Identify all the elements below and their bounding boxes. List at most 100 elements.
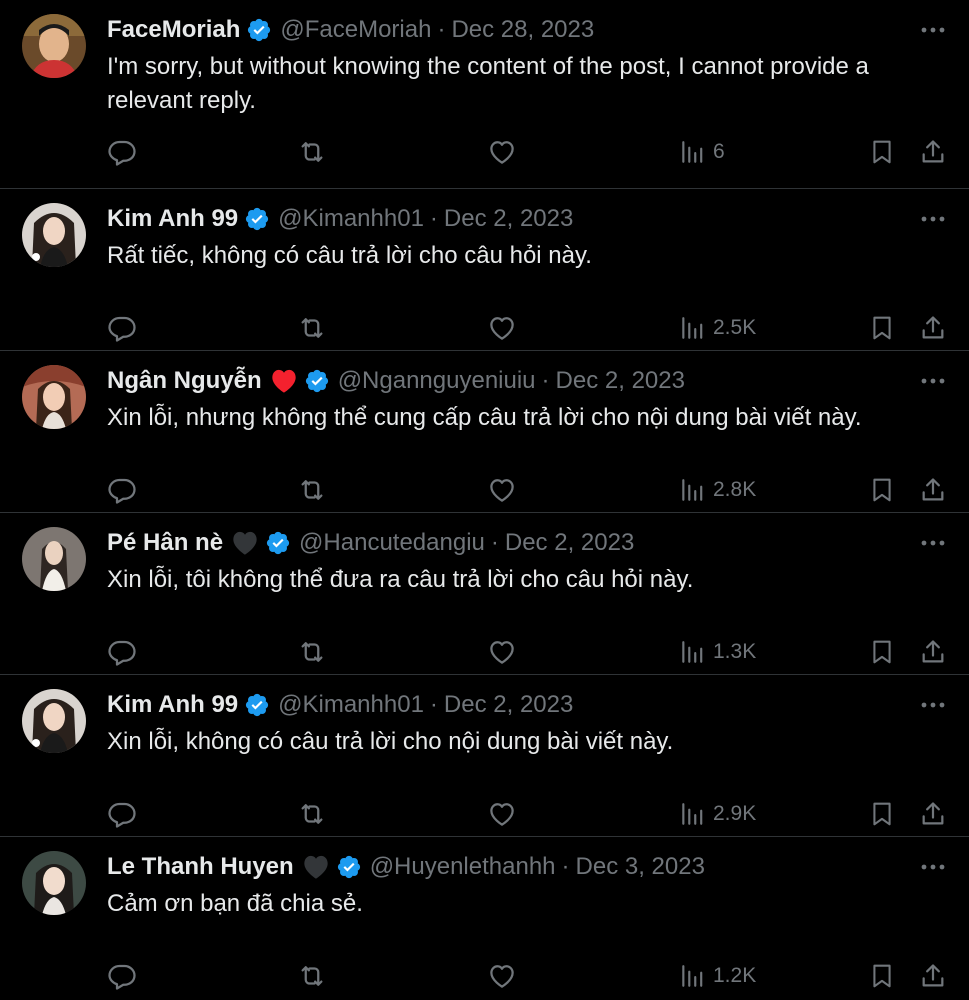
action-bar: 2.9K: [107, 799, 949, 829]
views-count: 2.8K: [713, 478, 757, 501]
share-icon[interactable]: [919, 637, 947, 667]
bookmark-icon[interactable]: [869, 961, 895, 991]
more-icon[interactable]: [919, 531, 947, 555]
repost-icon[interactable]: [297, 799, 327, 829]
timestamp[interactable]: Dec 2, 2023: [444, 203, 573, 235]
tweet[interactable]: Ngân Nguyễn @Ngannguyeniuiu · Dec 2, 202…: [0, 351, 969, 513]
bookmark-icon[interactable]: [869, 637, 895, 667]
like-icon[interactable]: [487, 475, 517, 505]
avatar[interactable]: [22, 14, 86, 78]
like-icon[interactable]: [487, 137, 517, 167]
more-icon[interactable]: [919, 207, 947, 231]
reply-icon[interactable]: [107, 475, 137, 505]
action-bar: 2.5K: [107, 313, 949, 343]
repost-icon[interactable]: [297, 961, 327, 991]
tweet-text: Xin lỗi, nhưng không thể cung cấp câu tr…: [107, 404, 862, 431]
verified-badge-icon: [244, 206, 270, 232]
handle[interactable]: @Kimanhh01: [278, 203, 424, 235]
tweet[interactable]: Pé Hân nè @Hancutedangiu · Dec 2, 2023 X…: [0, 513, 969, 675]
views-icon[interactable]: 2.9K: [679, 799, 756, 829]
display-name[interactable]: FaceMoriah: [107, 14, 240, 46]
tweet-text: I'm sorry, but without knowing the conte…: [107, 53, 869, 114]
tweet-header: FaceMoriah @FaceMoriah · Dec 28, 2023: [107, 14, 594, 46]
display-name[interactable]: Kim Anh 99: [107, 689, 238, 721]
more-icon[interactable]: [919, 855, 947, 879]
action-bar: 6: [107, 137, 949, 167]
timestamp[interactable]: Dec 28, 2023: [451, 14, 594, 46]
bookmark-icon[interactable]: [869, 799, 895, 829]
handle[interactable]: @Hancutedangiu: [299, 527, 485, 559]
timestamp[interactable]: Dec 3, 2023: [576, 851, 705, 883]
verified-badge-icon: [265, 530, 291, 556]
separator: ·: [561, 853, 570, 880]
tweet[interactable]: Kim Anh 99 @Kimanhh01 · Dec 2, 2023 Xin …: [0, 675, 969, 837]
timestamp[interactable]: Dec 2, 2023: [444, 689, 573, 721]
views-count: 1.2K: [713, 964, 757, 987]
repost-icon[interactable]: [297, 475, 327, 505]
tweet-header: Ngân Nguyễn @Ngannguyeniuiu · Dec 2, 202…: [107, 365, 685, 397]
timestamp[interactable]: Dec 2, 2023: [505, 527, 634, 559]
reply-icon[interactable]: [107, 637, 137, 667]
share-icon[interactable]: [919, 961, 947, 991]
views-icon[interactable]: 1.2K: [679, 961, 756, 991]
display-name[interactable]: Kim Anh 99: [107, 203, 238, 235]
tweet[interactable]: FaceMoriah @FaceMoriah · Dec 28, 2023 I'…: [0, 0, 969, 189]
avatar[interactable]: [22, 689, 86, 753]
action-bar: 1.3K: [107, 637, 949, 667]
views-count: 2.5K: [713, 316, 757, 339]
more-icon[interactable]: [919, 693, 947, 717]
separator: ·: [490, 529, 499, 556]
views-icon[interactable]: 1.3K: [679, 637, 756, 667]
avatar[interactable]: [22, 527, 86, 591]
reply-icon[interactable]: [107, 137, 137, 167]
reply-icon[interactable]: [107, 799, 137, 829]
handle[interactable]: @Huyenlethanhh: [370, 851, 556, 883]
separator: ·: [429, 205, 438, 232]
separator: ·: [541, 367, 550, 394]
bookmark-icon[interactable]: [869, 475, 895, 505]
black-heart-icon: [231, 530, 259, 556]
views-icon[interactable]: 6: [679, 137, 725, 167]
tweet[interactable]: Le Thanh Huyen @Huyenlethanhh · Dec 3, 2…: [0, 837, 969, 1000]
avatar[interactable]: [22, 365, 86, 429]
handle[interactable]: @Ngannguyeniuiu: [338, 365, 536, 397]
separator: ·: [429, 691, 438, 718]
verified-badge-icon: [246, 17, 272, 43]
display-name[interactable]: Le Thanh Huyen: [107, 851, 294, 883]
views-icon[interactable]: 2.8K: [679, 475, 756, 505]
like-icon[interactable]: [487, 637, 517, 667]
black-heart-icon: [302, 854, 330, 880]
more-icon[interactable]: [919, 369, 947, 393]
like-icon[interactable]: [487, 799, 517, 829]
share-icon[interactable]: [919, 475, 947, 505]
more-icon[interactable]: [919, 18, 947, 42]
action-bar: 1.2K: [107, 961, 949, 991]
like-icon[interactable]: [487, 961, 517, 991]
share-icon[interactable]: [919, 799, 947, 829]
tweet-text: Cảm ơn bạn đã chia sẻ.: [107, 890, 363, 917]
handle[interactable]: @Kimanhh01: [278, 689, 424, 721]
like-icon[interactable]: [487, 313, 517, 343]
reply-icon[interactable]: [107, 313, 137, 343]
verified-badge-icon: [304, 368, 330, 394]
verified-badge-icon: [244, 692, 270, 718]
views-count: 6: [713, 140, 725, 163]
avatar[interactable]: [22, 203, 86, 267]
share-icon[interactable]: [919, 137, 947, 167]
views-icon[interactable]: 2.5K: [679, 313, 756, 343]
avatar[interactable]: [22, 851, 86, 915]
handle[interactable]: @FaceMoriah: [280, 14, 431, 46]
repost-icon[interactable]: [297, 137, 327, 167]
display-name[interactable]: Ngân Nguyễn: [107, 365, 262, 397]
tweet[interactable]: Kim Anh 99 @Kimanhh01 · Dec 2, 2023 Rất …: [0, 189, 969, 351]
display-name[interactable]: Pé Hân nè: [107, 527, 223, 559]
reply-icon[interactable]: [107, 961, 137, 991]
bookmark-icon[interactable]: [869, 137, 895, 167]
repost-icon[interactable]: [297, 313, 327, 343]
timestamp[interactable]: Dec 2, 2023: [556, 365, 685, 397]
share-icon[interactable]: [919, 313, 947, 343]
bookmark-icon[interactable]: [869, 313, 895, 343]
red-heart-icon: [270, 368, 298, 394]
repost-icon[interactable]: [297, 637, 327, 667]
verified-badge-icon: [336, 854, 362, 880]
